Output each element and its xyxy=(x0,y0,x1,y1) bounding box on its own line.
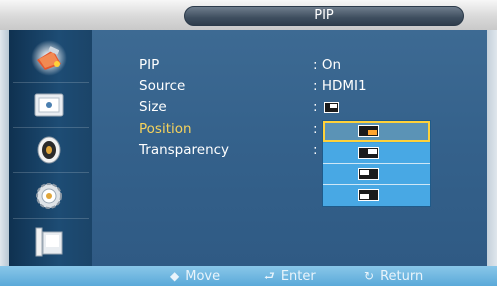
position-dropdown xyxy=(322,120,431,207)
position-option-top-left[interactable] xyxy=(323,164,430,185)
pip-position-bottom-right-icon xyxy=(358,125,379,137)
sidebar-item-setup[interactable] xyxy=(31,178,67,214)
title-bar: PIP xyxy=(0,0,497,30)
category-sidebar xyxy=(9,30,92,266)
return-hint-label: Return xyxy=(380,269,424,284)
sound-icon xyxy=(37,136,61,164)
return-hint: ↻ Return xyxy=(364,267,423,286)
sidebar-separator xyxy=(13,82,89,83)
display-icon xyxy=(34,93,64,117)
sidebar-separator xyxy=(13,218,89,219)
sidebar-item-display[interactable] xyxy=(31,87,67,123)
position-option-bottom-left[interactable] xyxy=(323,185,430,206)
move-arrows-icon: ◆ xyxy=(170,269,180,283)
input-source-icon xyxy=(35,227,63,257)
sidebar-item-input[interactable] xyxy=(31,224,67,260)
move-hint: ◆ Move xyxy=(170,267,220,286)
sidebar-separator xyxy=(13,172,89,173)
pip-position-top-right-icon xyxy=(358,147,379,159)
enter-hint-label: Enter xyxy=(280,269,316,284)
settings-gear-icon xyxy=(36,183,62,209)
left-frame-edge xyxy=(0,30,9,266)
position-option-top-right[interactable] xyxy=(323,143,430,164)
sidebar-item-picture[interactable] xyxy=(31,40,67,76)
return-icon: ↻ xyxy=(364,269,375,283)
position-option-bottom-right[interactable] xyxy=(323,121,430,142)
transparency-value: : xyxy=(313,142,318,158)
size-value: : xyxy=(313,99,339,115)
source-value: : HDMI1 xyxy=(313,78,367,94)
menu-item-pip[interactable]: PIP xyxy=(139,57,159,73)
menu-item-transparency[interactable]: Transparency xyxy=(139,142,229,158)
position-value: : xyxy=(313,121,318,137)
menu-item-source[interactable]: Source xyxy=(139,78,185,94)
size-value-colon: : xyxy=(313,99,318,115)
enter-icon: ⮐ xyxy=(264,269,275,283)
pip-position-bottom-left-icon xyxy=(358,189,379,201)
right-frame-edge xyxy=(487,30,497,266)
menu-item-position[interactable]: Position xyxy=(139,121,192,137)
pip-position-top-left-icon xyxy=(358,168,379,180)
sidebar-item-sound[interactable] xyxy=(31,132,67,168)
osd-menu: PIP PIP Source Size Position Transparenc… xyxy=(0,0,497,286)
sidebar-separator xyxy=(13,127,89,128)
enter-hint: ⮐ Enter xyxy=(264,267,316,286)
menu-item-size[interactable]: Size xyxy=(139,99,167,115)
navigation-hint-bar: ◆ Move ⮐ Enter ↻ Return xyxy=(0,266,497,286)
pip-size-icon xyxy=(323,102,339,113)
menu-title: PIP xyxy=(184,6,464,26)
picture-settings-icon xyxy=(37,46,61,70)
pip-value: : On xyxy=(313,57,342,73)
move-hint-label: Move xyxy=(185,269,221,284)
